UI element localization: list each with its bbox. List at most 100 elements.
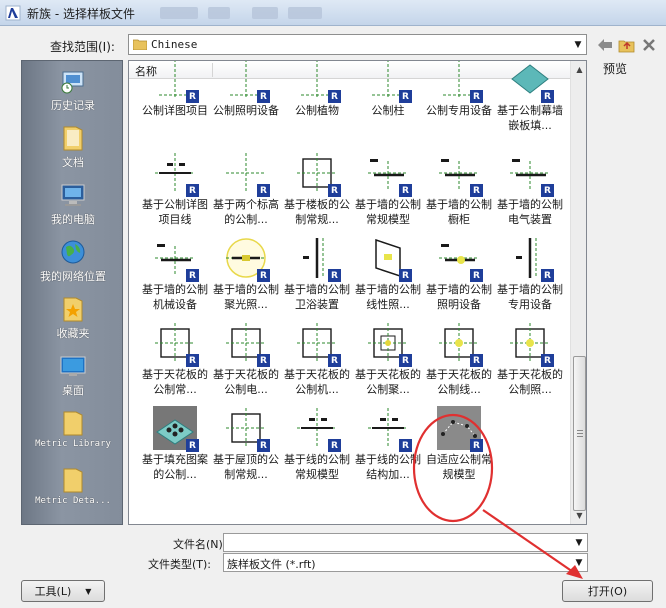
file-item[interactable]: R 基于天花板的公制常... bbox=[140, 321, 210, 411]
file-item[interactable]: R 基于天花板的公制线... bbox=[424, 321, 494, 411]
file-item[interactable]: R 基于公制详图项目线 bbox=[140, 151, 210, 241]
file-item[interactable]: R 基于天花板的公制聚... bbox=[353, 321, 423, 411]
file-item[interactable]: R 公制详图项目 bbox=[140, 61, 210, 147]
file-item[interactable]: R 基于墙的公制线性照... bbox=[353, 236, 423, 326]
revit-badge-icon: R bbox=[470, 354, 483, 367]
place-metric-detail[interactable]: Metric Deta... bbox=[22, 462, 124, 519]
blurred-menu-item bbox=[160, 7, 198, 19]
revit-badge-icon: R bbox=[328, 439, 341, 452]
file-item-label: 基于天花板的公制机... bbox=[284, 368, 350, 396]
preview-label: 预览 bbox=[603, 62, 628, 76]
open-button[interactable]: 打开(O) bbox=[562, 580, 653, 602]
revit-badge-icon: R bbox=[257, 90, 270, 103]
box-light-template-icon: R bbox=[508, 321, 554, 367]
file-item-label: 基于墙的公制照明设备 bbox=[426, 283, 492, 311]
revit-badge-icon: R bbox=[186, 269, 199, 282]
file-item[interactable]: R 基于填充图案的公制... bbox=[140, 406, 210, 496]
file-type-value: 族样板文件 (*.rft) bbox=[227, 558, 316, 571]
cross-template-icon: R bbox=[224, 151, 270, 197]
revit-badge-icon: R bbox=[541, 354, 554, 367]
file-item[interactable]: R 基于墙的公制机械设备 bbox=[140, 236, 210, 326]
place-network[interactable]: 我的网络位置 bbox=[22, 234, 124, 291]
revit-badge-icon: R bbox=[470, 439, 483, 452]
file-item[interactable]: R 基于公制幕墙嵌板填... bbox=[495, 61, 565, 147]
file-item-label: 基于墙的公制卫浴装置 bbox=[284, 283, 350, 311]
revit-badge-icon: R bbox=[541, 184, 554, 197]
dash-line-template-icon: R bbox=[295, 61, 341, 103]
dash-line-template-icon: R bbox=[153, 61, 199, 103]
chevron-down-icon[interactable]: ▼ bbox=[571, 554, 587, 571]
file-item-label: 自适应公制常规模型 bbox=[426, 453, 492, 481]
scrollbar-thumb[interactable] bbox=[573, 356, 586, 511]
cross-line-template-icon: R bbox=[153, 151, 199, 197]
file-item-label: 基于天花板的公制照... bbox=[497, 368, 563, 396]
file-item[interactable]: R 基于两个标高的公制... bbox=[211, 151, 281, 241]
file-type-combobox[interactable]: 族样板文件 (*.rft) ▼ bbox=[223, 553, 588, 572]
up-folder-icon[interactable] bbox=[617, 35, 637, 55]
linear-light-template-icon: R bbox=[366, 236, 412, 282]
scroll-down-icon[interactable]: ▼ bbox=[571, 507, 586, 524]
file-item[interactable]: R 公制植物 bbox=[282, 61, 352, 147]
file-item[interactable]: R 基于楼板的公制常规... bbox=[282, 151, 352, 241]
revit-badge-icon: R bbox=[328, 90, 341, 103]
blurred-menu-item bbox=[288, 7, 322, 19]
file-item-label: 基于线的公制结构加... bbox=[355, 453, 421, 481]
file-item[interactable]: R 公制专用设备 bbox=[424, 61, 494, 147]
file-item[interactable]: R 基于天花板的公制照... bbox=[495, 321, 565, 411]
file-item-label: 基于墙的公制线性照... bbox=[355, 283, 421, 311]
back-arrow-icon[interactable] bbox=[595, 35, 615, 55]
revit-badge-icon: R bbox=[186, 354, 199, 367]
file-item-label: 基于墙的公制专用设备 bbox=[497, 283, 563, 311]
look-in-combobox[interactable]: Chinese ▼ bbox=[128, 34, 587, 55]
file-item[interactable]: R 自适应公制常规模型 bbox=[424, 406, 494, 496]
file-item[interactable]: R 基于线的公制结构加... bbox=[353, 406, 423, 496]
panel-3d-icon: R bbox=[508, 61, 554, 103]
file-item[interactable]: R 基于墙的公制常规模型 bbox=[353, 151, 423, 241]
file-item[interactable]: R 基于墙的公制卫浴装置 bbox=[282, 236, 352, 326]
file-item[interactable]: R 基于天花板的公制机... bbox=[282, 321, 352, 411]
spotlight-template-icon: R bbox=[224, 236, 270, 282]
wall-line-template-icon: R bbox=[437, 151, 483, 197]
file-item[interactable]: R 基于屋顶的公制常规... bbox=[211, 406, 281, 496]
revit-badge-icon: R bbox=[399, 90, 412, 103]
file-item-label: 基于公制详图项目线 bbox=[142, 198, 208, 226]
chevron-down-icon[interactable]: ▼ bbox=[571, 534, 587, 551]
blurred-menu-item bbox=[208, 7, 230, 19]
revit-badge-icon: R bbox=[328, 184, 341, 197]
file-item[interactable]: R 基于墙的公制聚光照... bbox=[211, 236, 281, 326]
file-item[interactable]: R 公制照明设备 bbox=[211, 61, 281, 147]
place-my-computer[interactable]: 我的电脑 bbox=[22, 177, 124, 234]
place-desktop[interactable]: 桌面 bbox=[22, 348, 124, 405]
box-cross-template-icon: R bbox=[153, 321, 199, 367]
file-list[interactable]: 名称 R 公制详图项目 R 公制照明设备 R 公制植物 R 公制柱 R 公制专用设备 R 基于公制幕墙… bbox=[128, 60, 587, 525]
folder-icon bbox=[58, 124, 88, 152]
file-item-label: 基于墙的公制机械设备 bbox=[142, 283, 208, 311]
file-item[interactable]: R 基于墙的公制电气装置 bbox=[495, 151, 565, 241]
file-item-label: 基于墙的公制电气装置 bbox=[497, 198, 563, 226]
file-item[interactable]: R 基于墙的公制橱柜 bbox=[424, 151, 494, 241]
file-item[interactable]: R 基于天花板的公制电... bbox=[211, 321, 281, 411]
revit-badge-icon: R bbox=[399, 354, 412, 367]
file-item-label: 公制柱 bbox=[371, 104, 405, 117]
close-icon[interactable] bbox=[639, 35, 659, 55]
file-item[interactable]: R 公制柱 bbox=[353, 61, 423, 147]
file-item[interactable]: R 基于墙的公制专用设备 bbox=[495, 236, 565, 326]
file-item-label: 公制详图项目 bbox=[142, 104, 208, 117]
chevron-down-icon[interactable]: ▼ bbox=[570, 35, 586, 54]
file-name-input[interactable]: ▼ bbox=[223, 533, 588, 552]
place-history[interactable]: 历史记录 bbox=[22, 63, 124, 120]
wall-line-template-icon: R bbox=[153, 236, 199, 282]
vertical-scrollbar[interactable]: ▲ ▼ bbox=[570, 61, 586, 524]
scroll-up-icon[interactable]: ▲ bbox=[571, 61, 586, 78]
place-documents[interactable]: 文档 bbox=[22, 120, 124, 177]
file-name-label: 文件名(N): bbox=[173, 538, 227, 551]
place-metric-library[interactable]: Metric Library bbox=[22, 405, 124, 462]
revit-badge-icon: R bbox=[470, 90, 483, 103]
scrollbar-grip bbox=[577, 430, 583, 437]
revit-badge-icon: R bbox=[399, 184, 412, 197]
tools-button[interactable]: 工具(L) ▼ bbox=[21, 580, 105, 602]
place-favorites[interactable]: 收藏夹 bbox=[22, 291, 124, 348]
file-item[interactable]: R 基于线的公制常规模型 bbox=[282, 406, 352, 496]
file-item-label: 基于屋顶的公制常规... bbox=[213, 453, 279, 481]
file-item[interactable]: R 基于墙的公制照明设备 bbox=[424, 236, 494, 326]
